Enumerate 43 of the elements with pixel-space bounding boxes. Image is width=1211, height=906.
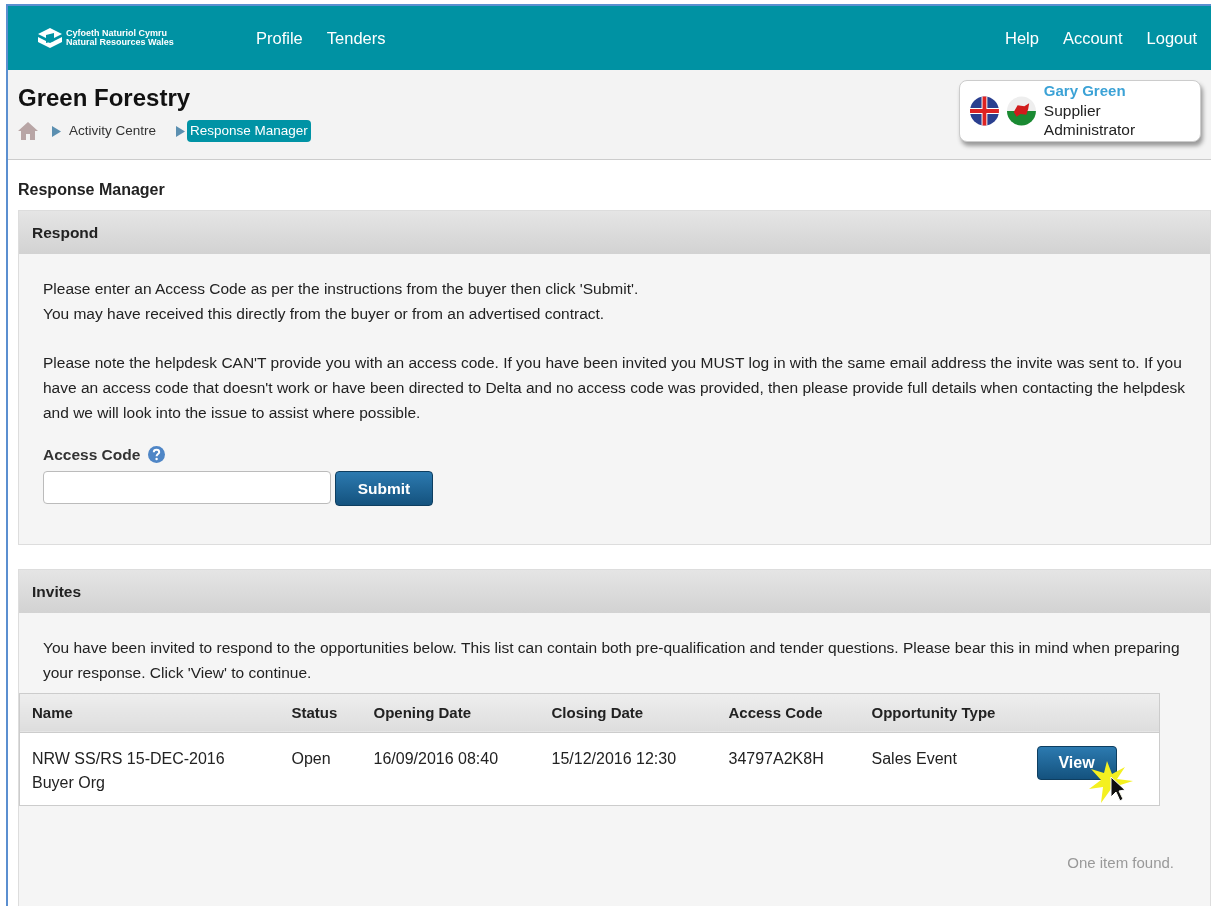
nav-link-item[interactable]: Tenders	[326, 25, 386, 51]
breadcrumb-link[interactable]: Activity Centre	[69, 121, 157, 142]
panel-title: Invites	[19, 569, 1210, 613]
instruction-text: You may have received this directly from the buyer or from an advertised contract.	[43, 304, 606, 325]
page-title: Response Manager	[18, 180, 166, 200]
column-header: Opening Date	[361, 693, 540, 733]
table-cell: 15/12/2016 12:30	[539, 732, 717, 806]
table-cell: 16/09/2016 08:40	[361, 732, 540, 806]
view-button[interactable]: View	[1036, 746, 1117, 781]
help-text: Please note the helpdesk CAN'T provide you with an access code. If you have been invited you MUST log in with the same email address the invite was sent to. If you have an access code that doesn't work or have been directed to Delta and no access code was provided, then please provide full details when contacting the helpdesk and we will look into the issue to assist where possible.	[43, 353, 1186, 424]
nav-link-item[interactable]: Logout	[1146, 25, 1197, 51]
nav-link-item[interactable]: Help	[1004, 25, 1039, 51]
user-role: Supplier Administrator	[1043, 101, 1137, 140]
table-cell: NRW SS/RS 15-DEC-2016 Buyer Org	[19, 732, 280, 806]
user-name[interactable]: Gary Green	[1043, 82, 1190, 101]
column-header: Status	[279, 693, 362, 733]
column-header: Name	[19, 693, 280, 733]
nav-link-item[interactable]: Profile	[256, 25, 303, 51]
table-cell: Sales Event	[859, 732, 1035, 806]
submit-button[interactable]: Submit	[335, 470, 433, 506]
chevron-icon	[52, 125, 61, 137]
panel-title: Respond	[19, 211, 1210, 254]
logo-icon	[38, 28, 62, 48]
column-header: Closing Date	[539, 693, 717, 733]
intro-text: You have been invited to respond to the opportunities below. This list can contain both pre-qualification and tender questions. Please bear this in mind when preparing your response. Click 'View' to continue.	[43, 637, 1181, 683]
chevron-icon	[176, 125, 186, 137]
flag-icon[interactable]	[970, 96, 999, 126]
result-count: One item found.	[1067, 853, 1174, 874]
organisation-title: Green Forestry	[18, 83, 192, 113]
help-icon[interactable]	[148, 445, 166, 463]
field-label: Access Code	[43, 444, 141, 465]
instruction-text: Please enter an Access Code as per the instructions from the buyer then click 'Submit'.	[43, 279, 640, 299]
brand-name: Natural Resources Wales	[66, 38, 174, 47]
column-header: Opportunity Type	[859, 693, 1035, 733]
access-code-field[interactable]	[43, 470, 331, 504]
home-icon[interactable]	[18, 122, 38, 141]
flag-icon[interactable]	[1006, 96, 1036, 126]
table-cell: 34797A2K8H	[716, 732, 860, 806]
table-cell: Open	[279, 732, 362, 806]
column-header: Access Code	[716, 693, 860, 733]
brand-name: Cyfoeth Naturiol Cymru	[66, 29, 167, 38]
nav-link-item[interactable]: Account	[1062, 25, 1123, 51]
breadcrumb-link[interactable]: Response Manager	[187, 120, 311, 143]
